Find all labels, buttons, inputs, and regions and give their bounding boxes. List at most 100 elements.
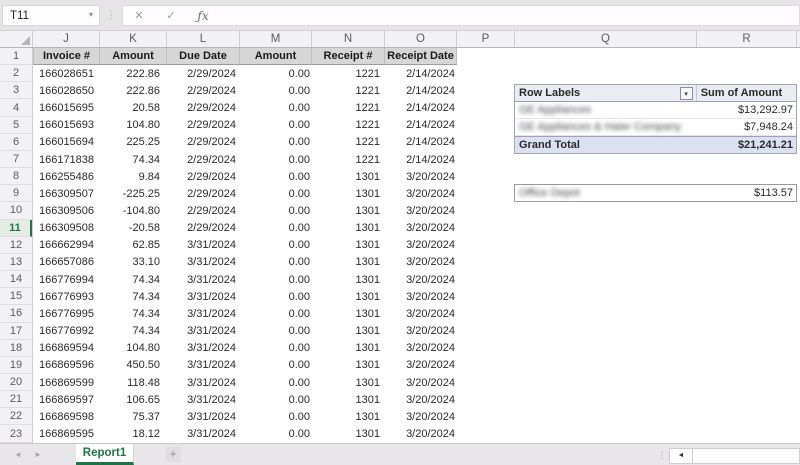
grid-cell[interactable]: 0.00 bbox=[240, 340, 312, 357]
grid-cell[interactable]: 2/29/2024 bbox=[167, 117, 240, 134]
grid-cell[interactable]: 3/20/2024 bbox=[385, 254, 457, 271]
grid-cell[interactable]: 0.00 bbox=[240, 425, 312, 442]
grid-cell[interactable]: 1301 bbox=[312, 391, 385, 408]
row-header-9[interactable]: 9 bbox=[0, 185, 32, 202]
grid-cell[interactable]: -20.58 bbox=[100, 220, 167, 237]
grid-cell[interactable]: 166776993 bbox=[33, 288, 100, 305]
grid-cell[interactable]: -104.80 bbox=[100, 202, 167, 219]
grid-cell[interactable]: 1301 bbox=[312, 168, 385, 185]
row-header-22[interactable]: 22 bbox=[0, 408, 32, 425]
grid-cell[interactable]: 3/20/2024 bbox=[385, 220, 457, 237]
column-header-cell[interactable]: Receipt # bbox=[312, 48, 385, 65]
grid-cell[interactable]: 166015695 bbox=[33, 99, 100, 116]
row-header-19[interactable]: 19 bbox=[0, 357, 32, 374]
grid-cell[interactable]: 0.00 bbox=[240, 134, 312, 151]
column-header-P[interactable]: P bbox=[457, 31, 515, 47]
grid-cell[interactable]: 3/31/2024 bbox=[167, 340, 240, 357]
select-all-corner[interactable] bbox=[0, 31, 33, 47]
grid-cell[interactable]: 0.00 bbox=[240, 168, 312, 185]
grid-cell[interactable]: 1301 bbox=[312, 202, 385, 219]
column-header-cell[interactable]: Receipt Date bbox=[385, 48, 457, 65]
column-header-O[interactable]: O bbox=[385, 31, 457, 47]
grid-cell[interactable]: 1301 bbox=[312, 305, 385, 322]
grid-cell[interactable]: 1221 bbox=[312, 134, 385, 151]
grid-cell[interactable]: 1301 bbox=[312, 271, 385, 288]
grid-cell[interactable]: 75.37 bbox=[100, 408, 167, 425]
grid-cell[interactable]: 106.65 bbox=[100, 391, 167, 408]
grid-cell[interactable]: 0.00 bbox=[240, 185, 312, 202]
pivot-row-labels-header[interactable]: Row Labels ▾ bbox=[515, 85, 697, 101]
grid-cell[interactable]: 74.34 bbox=[100, 271, 167, 288]
column-header-Q[interactable]: Q bbox=[515, 31, 697, 47]
pivot-row-value[interactable]: $7,948.24 bbox=[697, 121, 796, 133]
grid-cell[interactable]: 1221 bbox=[312, 99, 385, 116]
grid-cell[interactable]: 3/20/2024 bbox=[385, 185, 457, 202]
grid-cell[interactable]: 3/20/2024 bbox=[385, 168, 457, 185]
grid-cell[interactable]: 74.34 bbox=[100, 323, 167, 340]
vendor-amount-cell[interactable]: $113.57 bbox=[696, 187, 796, 199]
grid-cell[interactable]: 0.00 bbox=[240, 65, 312, 82]
grid-cell[interactable]: 166869596 bbox=[33, 357, 100, 374]
grid-cell[interactable]: 20.58 bbox=[100, 99, 167, 116]
grid-cell[interactable]: 166309506 bbox=[33, 202, 100, 219]
grid-cell[interactable]: 104.80 bbox=[100, 340, 167, 357]
grid-cell[interactable]: 166309508 bbox=[33, 220, 100, 237]
grid-cell[interactable]: 3/31/2024 bbox=[167, 271, 240, 288]
grid-cell[interactable]: 3/31/2024 bbox=[167, 305, 240, 322]
grid-cell[interactable]: 1301 bbox=[312, 323, 385, 340]
column-header-M[interactable]: M bbox=[240, 31, 312, 47]
grid-cell[interactable]: 74.34 bbox=[100, 288, 167, 305]
grid-cell[interactable]: 3/20/2024 bbox=[385, 357, 457, 374]
grid-cell[interactable]: 3/31/2024 bbox=[167, 323, 240, 340]
grid-cell[interactable]: 2/29/2024 bbox=[167, 202, 240, 219]
grid-cell[interactable]: 3/31/2024 bbox=[167, 237, 240, 254]
column-header-N[interactable]: N bbox=[312, 31, 385, 47]
grid-cell[interactable]: 3/20/2024 bbox=[385, 408, 457, 425]
grid-cell[interactable]: 0.00 bbox=[240, 99, 312, 116]
grid-cell[interactable]: 2/14/2024 bbox=[385, 117, 457, 134]
grid-cell[interactable]: 166015694 bbox=[33, 134, 100, 151]
grid-cell[interactable]: 166255486 bbox=[33, 168, 100, 185]
grid-cell[interactable]: -225.25 bbox=[100, 185, 167, 202]
row-header-5[interactable]: 5 bbox=[0, 117, 32, 134]
grid-cell[interactable]: 3/20/2024 bbox=[385, 374, 457, 391]
grid-cell[interactable]: 1221 bbox=[312, 151, 385, 168]
grid-cell[interactable]: 166869595 bbox=[33, 425, 100, 442]
tab-scroll-right-icon[interactable]: ► bbox=[28, 444, 48, 465]
grid-cell[interactable]: 0.00 bbox=[240, 117, 312, 134]
row-header-17[interactable]: 17 bbox=[0, 323, 32, 340]
column-header-cell[interactable]: Amount bbox=[240, 48, 312, 65]
grid-cell[interactable]: 3/20/2024 bbox=[385, 391, 457, 408]
name-box[interactable]: T11 ▾ bbox=[2, 5, 100, 26]
column-header-R[interactable]: R bbox=[697, 31, 797, 47]
grid-cell[interactable]: 2/14/2024 bbox=[385, 65, 457, 82]
row-header-12[interactable]: 12 bbox=[0, 237, 32, 254]
grid-cell[interactable]: 1301 bbox=[312, 185, 385, 202]
vendor-name-cell[interactable]: Office Depot bbox=[515, 187, 696, 199]
enter-icon[interactable]: ✓ bbox=[155, 9, 187, 22]
sheet-tab-report1[interactable]: Report1 bbox=[76, 444, 134, 465]
grid-cell[interactable]: 166309507 bbox=[33, 185, 100, 202]
grid-cell[interactable]: 0.00 bbox=[240, 305, 312, 322]
grid-cell[interactable]: 2/14/2024 bbox=[385, 82, 457, 99]
grid-cell[interactable]: 0.00 bbox=[240, 374, 312, 391]
insert-function-icon[interactable]: ƒx bbox=[187, 9, 219, 23]
pivot-grand-total-label[interactable]: Grand Total bbox=[515, 139, 697, 151]
row-header-3[interactable]: 3 bbox=[0, 82, 32, 99]
column-header-K[interactable]: K bbox=[100, 31, 167, 47]
scroll-left-button[interactable]: ◄ bbox=[669, 448, 693, 464]
grid-cell[interactable]: 2/29/2024 bbox=[167, 185, 240, 202]
grid-cell[interactable]: 0.00 bbox=[240, 220, 312, 237]
pivot-row-label[interactable]: GE Appliances & Haier Company bbox=[515, 121, 697, 133]
grid-cell[interactable]: 74.34 bbox=[100, 151, 167, 168]
pivot-grand-total-value[interactable]: $21,241.21 bbox=[697, 139, 796, 151]
scrollbar-thumb[interactable] bbox=[693, 448, 800, 464]
grid-cell[interactable]: 0.00 bbox=[240, 202, 312, 219]
grid-cell[interactable]: 0.00 bbox=[240, 391, 312, 408]
grid-cell[interactable]: 166869598 bbox=[33, 408, 100, 425]
grid-cell[interactable]: 1301 bbox=[312, 340, 385, 357]
new-sheet-button[interactable]: + bbox=[162, 444, 184, 465]
grid-cell[interactable]: 166776995 bbox=[33, 305, 100, 322]
grid-cell[interactable]: 1301 bbox=[312, 237, 385, 254]
grid-cell[interactable]: 0.00 bbox=[240, 357, 312, 374]
